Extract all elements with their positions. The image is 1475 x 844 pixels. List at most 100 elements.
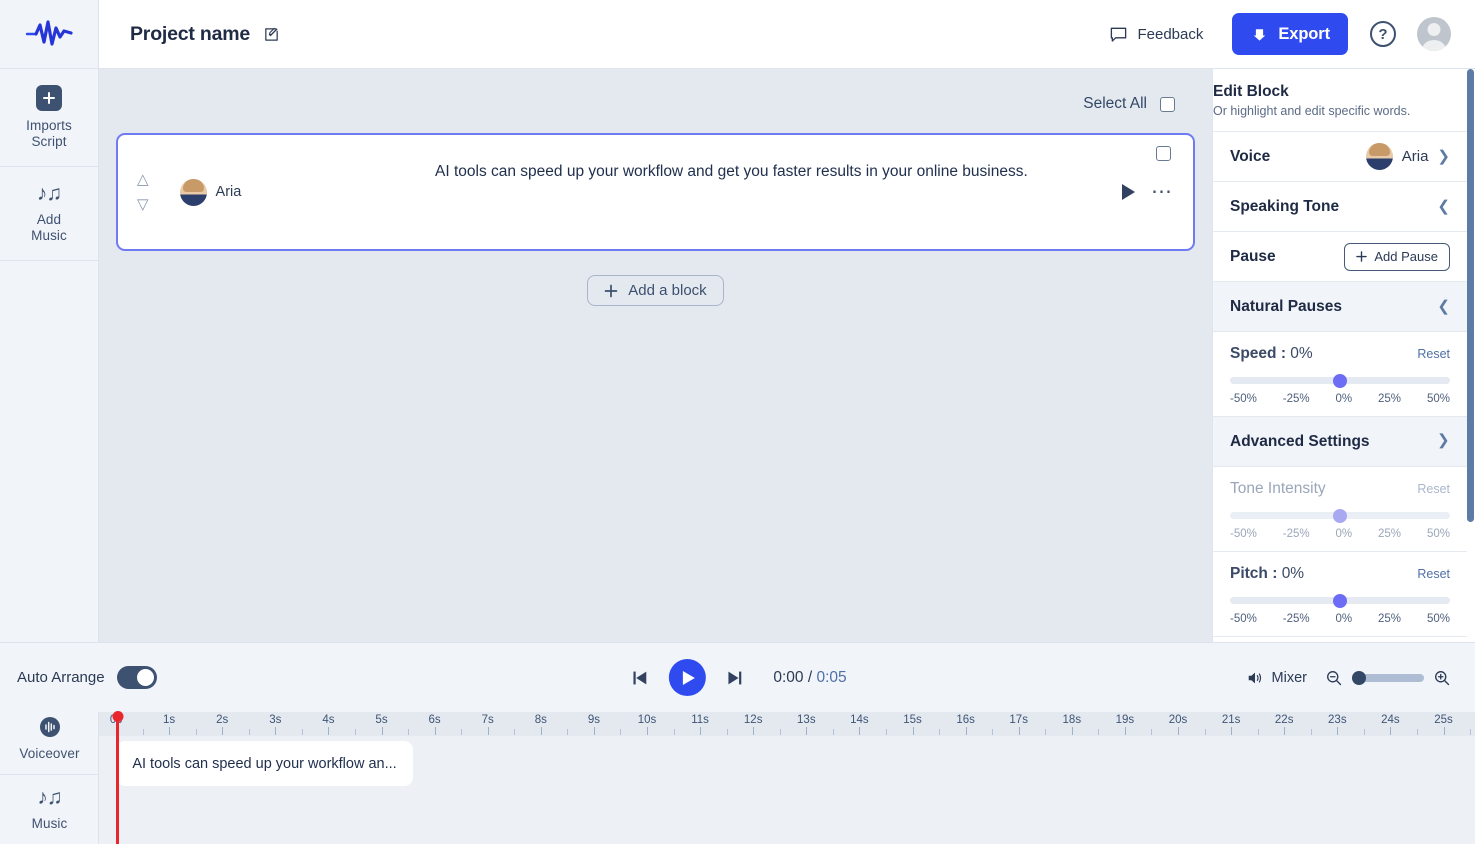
- ruler-tick-major: [965, 727, 967, 735]
- app-root: Imports Script ♪♫ Add Music Voiceover ♪♫…: [0, 0, 1475, 844]
- ruler-tick-minor: [195, 729, 197, 735]
- feedback-label: Feedback: [1137, 25, 1204, 43]
- playhead-knob[interactable]: [112, 711, 123, 722]
- move-down-icon[interactable]: ▽: [137, 197, 149, 212]
- move-up-icon[interactable]: △: [137, 172, 149, 187]
- ruler-tick-major: [1124, 727, 1126, 735]
- select-all-label: Select All: [1083, 95, 1147, 112]
- feedback-button[interactable]: Feedback: [1109, 25, 1203, 44]
- advanced-settings-row[interactable]: Advanced Settings ❮: [1230, 417, 1450, 466]
- slider-thumb[interactable]: [1333, 593, 1347, 608]
- ruler-tick-minor: [673, 729, 675, 735]
- voice-row[interactable]: Voice Aria ❯: [1230, 132, 1450, 181]
- select-all-checkbox[interactable]: [1160, 96, 1175, 112]
- block-text[interactable]: AI tools can speed up your workflow and …: [435, 161, 1028, 183]
- ruler-tick-label: 25s: [1434, 714, 1453, 726]
- panel-scrollbar-thumb[interactable]: [1467, 69, 1474, 522]
- sidebar-item-music[interactable]: ♪♫ Music: [0, 774, 99, 844]
- waveform-logo-icon: [25, 20, 73, 46]
- advanced-settings-label: Advanced Settings: [1230, 432, 1370, 450]
- ruler-tick-label: 1s: [163, 714, 176, 726]
- voice-label: Voice: [1230, 147, 1271, 165]
- ruler-tick-minor: [1470, 729, 1472, 735]
- ruler-tick-label: 15s: [903, 714, 922, 726]
- sidebar-item-add-music[interactable]: ♪♫ Add Music: [0, 167, 98, 261]
- reset-button[interactable]: Reset: [1417, 482, 1450, 496]
- block-actions: ⋯: [1122, 181, 1173, 202]
- tick-label: -25%: [1282, 613, 1310, 625]
- add-block-button[interactable]: Add a block: [587, 275, 724, 306]
- chevron-down-icon: ❮: [1437, 298, 1450, 315]
- ruler-tick-minor: [832, 729, 834, 735]
- slider-track[interactable]: [1230, 593, 1450, 608]
- block-speaker[interactable]: Aria: [179, 178, 241, 206]
- ruler-tick-major: [1018, 727, 1020, 735]
- zoom-out-icon[interactable]: [1325, 669, 1343, 687]
- ruler-tick-minor: [939, 729, 941, 735]
- timeline-ruler[interactable]: 0s1s2s3s4s5s6s7s8s9s10s11s12s13s14s15s16…: [99, 712, 1475, 736]
- mixer-button[interactable]: Mixer: [1246, 669, 1307, 687]
- playhead[interactable]: [112, 711, 123, 844]
- reset-button[interactable]: Reset: [1417, 567, 1450, 581]
- slider-thumb[interactable]: [1333, 508, 1347, 523]
- transport-right: Mixer: [1246, 669, 1451, 687]
- sidebar-item-voiceover[interactable]: Voiceover: [0, 702, 99, 774]
- ruler-tick-label: 22s: [1274, 714, 1294, 726]
- transport-center: 0:00 / 0:05: [628, 659, 847, 696]
- panel-scrollbar-track[interactable]: [1467, 69, 1475, 642]
- reset-button[interactable]: Reset: [1417, 347, 1450, 361]
- zoom-in-icon[interactable]: [1433, 669, 1451, 687]
- ruler-tick-major: [169, 727, 171, 735]
- left-rail: Imports Script ♪♫ Add Music Voiceover ♪♫…: [0, 0, 99, 844]
- play-icon[interactable]: [1122, 184, 1135, 200]
- speaking-tone-section: Speaking Tone ❮: [1213, 182, 1467, 232]
- help-button[interactable]: ?: [1370, 21, 1396, 47]
- zoom-slider[interactable]: [1352, 670, 1424, 685]
- avatar[interactable]: [1417, 17, 1451, 51]
- ruler-tick-label: 13s: [797, 714, 816, 726]
- ruler-tick-label: 8s: [534, 714, 547, 726]
- timeline-clip[interactable]: AI tools can speed up your workflow an..…: [116, 741, 413, 786]
- sidebar-item-label: Imports: [26, 118, 72, 133]
- ruler-tick-minor: [567, 729, 569, 735]
- advanced-settings-section: Advanced Settings ❮: [1213, 417, 1467, 467]
- ruler-tick-major: [859, 727, 861, 735]
- ruler-tick-minor: [1098, 729, 1100, 735]
- slider-track[interactable]: [1230, 508, 1450, 523]
- edit-pencil-icon[interactable]: [263, 26, 280, 43]
- tick-label: 25%: [1378, 393, 1402, 405]
- slider-track[interactable]: [1230, 373, 1450, 388]
- total-time: 0:05: [816, 668, 847, 686]
- speaking-tone-label: Speaking Tone: [1230, 197, 1340, 215]
- voiceover-icon: [39, 717, 60, 737]
- play-button[interactable]: [668, 659, 706, 696]
- block-reorder-arrows: △ ▽: [137, 172, 149, 212]
- auto-arrange-toggle[interactable]: [116, 666, 157, 689]
- current-time: 0:00: [773, 668, 804, 686]
- sidebar-item-imports-script[interactable]: Imports Script: [0, 69, 98, 167]
- tick-label: -25%: [1282, 528, 1310, 540]
- app-logo[interactable]: [0, 0, 98, 69]
- natural-pauses-section: Natural Pauses ❮: [1213, 282, 1467, 332]
- more-options-icon[interactable]: ⋯: [1151, 181, 1173, 202]
- ruler-tick-major: [275, 727, 277, 735]
- export-upload-icon: [1254, 28, 1266, 41]
- ruler-tick-label: 11s: [691, 714, 709, 726]
- skip-back-icon[interactable]: [628, 667, 650, 689]
- slider-ticks: -50% -25% 0% 25% 50%: [1230, 528, 1450, 540]
- ruler-tick-minor: [620, 729, 622, 735]
- speaking-tone-row[interactable]: Speaking Tone ❮: [1230, 182, 1450, 231]
- block-checkbox[interactable]: [1156, 146, 1171, 161]
- slider-header: Speed : 0% Reset: [1230, 345, 1450, 363]
- edit-block-panel: Edit Block Or highlight and edit specifi…: [1212, 69, 1475, 642]
- slider-header: Pitch : 0% Reset: [1230, 565, 1450, 583]
- slider-thumb[interactable]: [1333, 373, 1347, 388]
- ruler-tick-minor: [514, 729, 516, 735]
- zoom-slider-thumb[interactable]: [1352, 670, 1366, 685]
- tick-label: -25%: [1282, 393, 1310, 405]
- script-block[interactable]: △ ▽ Aria AI tools can speed up your work…: [116, 133, 1195, 251]
- natural-pauses-row[interactable]: Natural Pauses ❮: [1230, 282, 1450, 331]
- skip-forward-icon[interactable]: [723, 667, 745, 689]
- export-button[interactable]: Export: [1232, 13, 1348, 55]
- add-pause-button[interactable]: Add Pause: [1344, 242, 1450, 271]
